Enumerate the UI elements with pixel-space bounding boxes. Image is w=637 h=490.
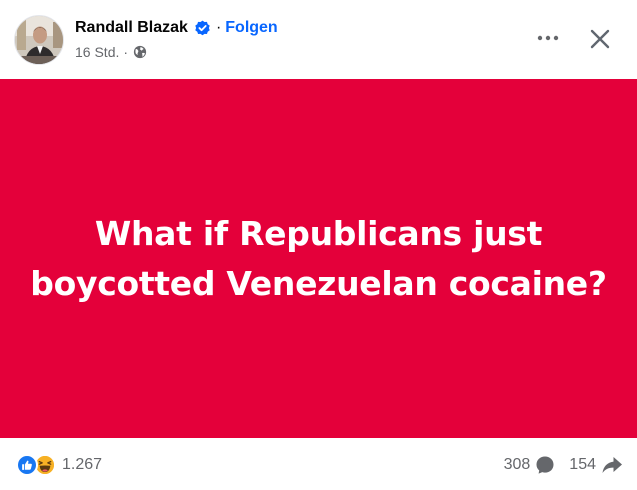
globe-icon[interactable] (133, 45, 147, 59)
comment-icon (536, 456, 554, 474)
author-avatar[interactable] (14, 15, 64, 65)
more-horizontal-icon (537, 35, 559, 41)
share-icon (602, 457, 622, 473)
post-footer: 1.267 308 154 (0, 438, 637, 490)
close-icon (590, 29, 610, 49)
post-text: What if Republicans just boycotted Venez… (30, 213, 607, 303)
shares-count-button[interactable]: 154 (569, 455, 623, 475)
verified-badge-icon (194, 20, 211, 37)
post-timestamp[interactable]: 16 Std. (75, 44, 119, 60)
meta-separator: · (123, 44, 129, 60)
avatar-image (15, 16, 63, 64)
share-count: 154 (569, 456, 596, 473)
author-name[interactable]: Randall Blazak (75, 19, 188, 37)
reaction-count: 1.267 (62, 456, 103, 473)
comments-count-button[interactable]: 308 (504, 455, 556, 475)
reactions-summary[interactable]: 1.267 (16, 453, 102, 477)
follow-button[interactable]: Folgen (225, 19, 277, 37)
comment-count: 308 (503, 456, 531, 473)
separator-dot: · (215, 19, 222, 36)
close-button[interactable] (583, 22, 617, 56)
like-reaction-icon (16, 454, 38, 476)
post-text-card: What if Republicans just boycotted Venez… (0, 79, 637, 438)
engagement-counts: 308 154 (504, 453, 623, 477)
post-header: Randall Blazak · Folgen 16 Std. · (0, 0, 637, 79)
more-options-button[interactable] (533, 24, 563, 52)
author-row: Randall Blazak · Folgen (75, 17, 278, 39)
post-meta: 16 Std. · (75, 43, 147, 61)
